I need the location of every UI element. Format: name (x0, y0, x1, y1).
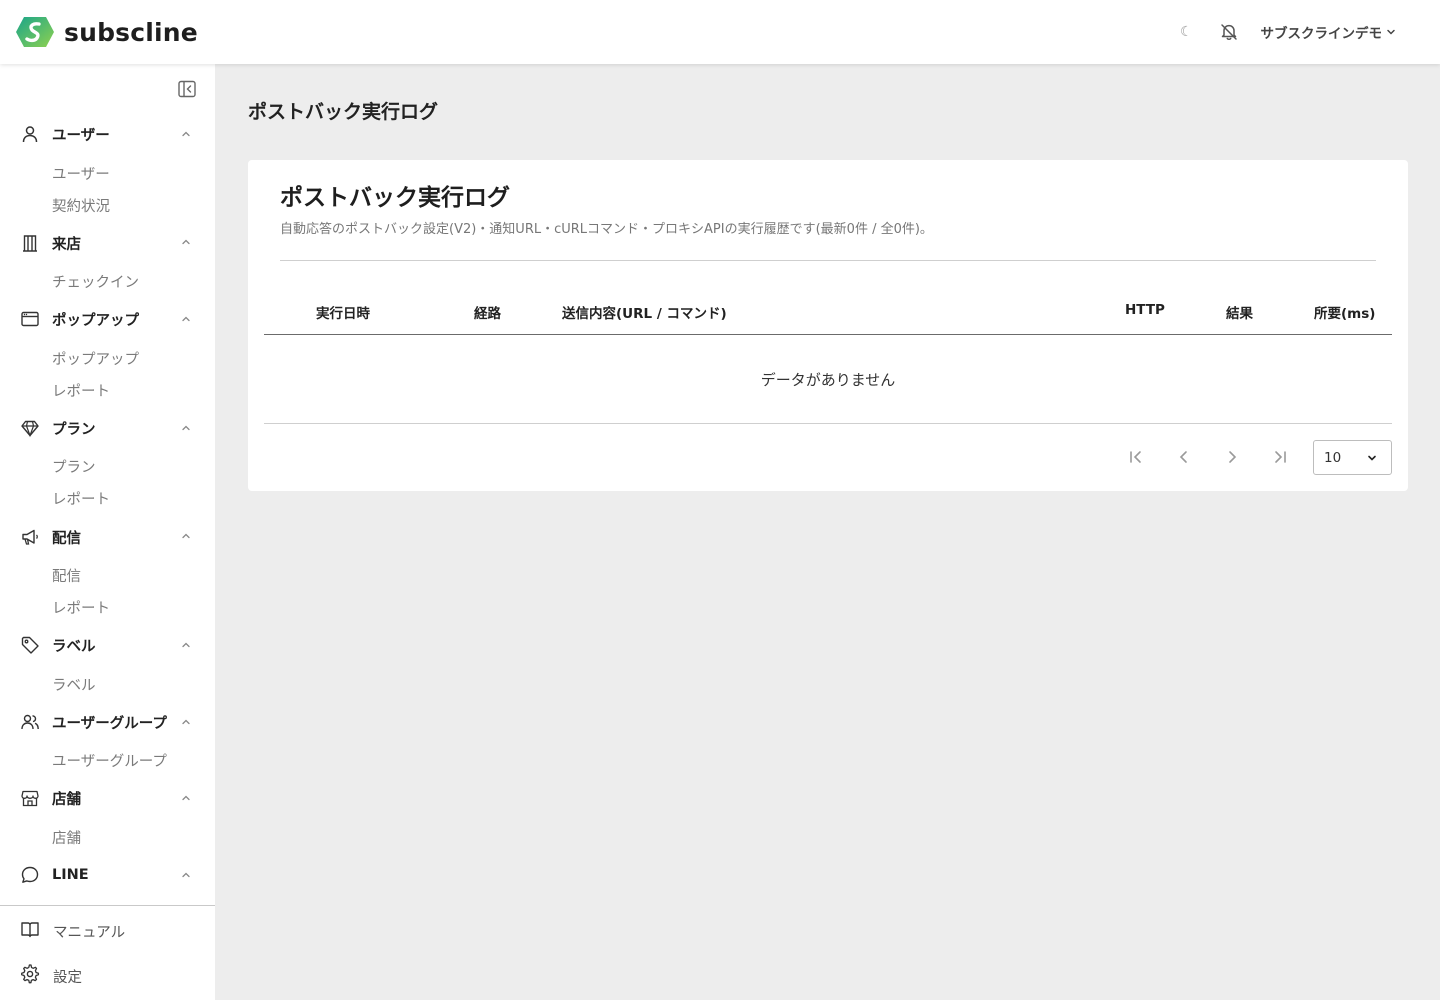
sidebar-group-user-groups[interactable]: ユーザーグループ (20, 710, 167, 734)
sidebar-group-users[interactable]: ユーザー (20, 122, 110, 146)
chat-bubble-icon (20, 865, 40, 885)
sidebar-item-users[interactable]: ユーザー (52, 163, 110, 184)
sidebar-item-delivery-report[interactable]: レポート (52, 597, 110, 618)
sidebar-group-label: ユーザー (52, 127, 110, 144)
chevron-up-icon[interactable] (180, 313, 192, 325)
sidebar-group-popup[interactable]: ポップアップ (20, 307, 139, 331)
sidebar-item-stores[interactable]: 店舗 (52, 827, 81, 848)
last-page-button[interactable] (1269, 446, 1291, 468)
sidebar-group-label: プラン (52, 421, 96, 438)
sidebar-item-popup[interactable]: ポップアップ (52, 348, 139, 369)
megaphone-icon (20, 527, 40, 547)
sidebar-item-manual[interactable]: マニュアル (20, 919, 125, 943)
prev-page-button[interactable] (1173, 446, 1195, 468)
tag-icon (20, 635, 40, 655)
sidebar-group-label: ユーザーグループ (52, 715, 167, 732)
column-header-http[interactable]: HTTP (1125, 302, 1165, 318)
chevron-left-icon (1179, 451, 1187, 463)
account-menu[interactable]: サブスクラインデモ (1261, 22, 1397, 42)
sidebar-item-plan-report[interactable]: レポート (52, 488, 110, 509)
sidebar-group-label: 配信 (52, 530, 81, 547)
last-page-icon (1275, 451, 1286, 463)
first-page-button[interactable] (1125, 446, 1147, 468)
card-description: 自動応答のポストバック設定(V2)・通知URL・cURLコマンド・プロキシAPI… (280, 222, 933, 237)
next-page-button[interactable] (1221, 446, 1243, 468)
chevron-down-icon (1387, 29, 1395, 35)
page-size-value: 10 (1324, 449, 1342, 466)
user-icon (20, 124, 40, 144)
sidebar-item-label: マニュアル (53, 924, 126, 941)
account-name: サブスクラインデモ (1260, 26, 1383, 42)
sidebar-item-user-groups[interactable]: ユーザーグループ (52, 750, 167, 771)
sidebar-item-delivery[interactable]: 配信 (52, 565, 81, 586)
sidebar-divider (0, 905, 215, 906)
users-icon (20, 712, 40, 732)
sidebar-item-plan[interactable]: プラン (52, 456, 96, 477)
sidebar-item-settings[interactable]: 設定 (20, 964, 82, 988)
column-header-payload[interactable]: 送信内容(URL / コマンド) (562, 302, 727, 322)
chevron-up-icon[interactable] (180, 639, 192, 651)
sidebar-group-label: ラベル (52, 638, 96, 655)
sidebar-group-label-tags[interactable]: ラベル (20, 633, 96, 657)
chevron-up-icon[interactable] (180, 716, 192, 728)
sidebar-collapse-icon[interactable] (177, 79, 197, 99)
column-header-duration[interactable]: 所要(ms) (1314, 302, 1375, 322)
diamond-icon (20, 418, 40, 438)
column-header-result[interactable]: 結果 (1226, 302, 1253, 322)
sidebar-group-stores[interactable]: 店舗 (20, 786, 81, 810)
sidebar-group-label: 店舗 (52, 791, 81, 808)
table-header-divider (264, 334, 1392, 335)
sidebar-group-label: ポップアップ (52, 312, 139, 329)
bell-off-icon[interactable] (1219, 22, 1239, 42)
sidebar-item-checkin[interactable]: チェックイン (52, 271, 139, 292)
chevron-up-icon[interactable] (180, 792, 192, 804)
chevron-up-icon[interactable] (180, 236, 192, 248)
sidebar-group-visits[interactable]: 来店 (20, 231, 81, 255)
sidebar: ユーザー ユーザー 契約状況 来店 チェックイン ポップアップ ポップアップ レ… (0, 64, 215, 1000)
logo-mark-icon (16, 17, 54, 47)
moon-icon[interactable]: ☾ (1180, 24, 1193, 40)
sidebar-group-plan[interactable]: プラン (20, 416, 96, 440)
first-page-icon (1130, 451, 1141, 463)
postback-log-card: ポストバック実行ログ 自動応答のポストバック設定(V2)・通知URL・cURLコ… (248, 160, 1408, 491)
sidebar-item-labels[interactable]: ラベル (52, 674, 96, 695)
sidebar-group-delivery[interactable]: 配信 (20, 525, 81, 549)
chevron-right-icon (1229, 451, 1237, 463)
sidebar-group-label: 来店 (52, 236, 81, 253)
column-header-executed-at[interactable]: 実行日時 (316, 302, 370, 322)
card-divider (280, 260, 1376, 261)
table-footer-divider (264, 423, 1392, 424)
page-title: ポストバック実行ログ (248, 101, 439, 123)
top-header: subscline ☾ サブスクラインデモ (0, 0, 1440, 64)
column-header-route[interactable]: 経路 (474, 302, 501, 322)
browser-window-icon (20, 309, 40, 329)
building-icon (20, 233, 40, 253)
chevron-down-icon (1368, 455, 1376, 461)
chevron-up-icon[interactable] (180, 422, 192, 434)
sidebar-item-contracts[interactable]: 契約状況 (52, 195, 110, 216)
page-size-select[interactable]: 10 (1313, 440, 1392, 475)
gear-icon (20, 964, 40, 988)
chevron-up-icon[interactable] (180, 128, 192, 140)
sidebar-group-label: LINE (52, 867, 89, 883)
logo[interactable]: subscline (16, 15, 198, 49)
logo-text: subscline (64, 17, 198, 47)
sidebar-item-label: 設定 (53, 969, 82, 986)
chevron-up-icon[interactable] (180, 869, 192, 881)
sidebar-group-line[interactable]: LINE (20, 863, 89, 887)
store-icon (20, 788, 40, 808)
book-icon (20, 919, 40, 943)
sidebar-item-popup-report[interactable]: レポート (52, 380, 110, 401)
chevron-up-icon[interactable] (180, 530, 192, 542)
empty-state-message: データがありません (760, 371, 896, 389)
card-title: ポストバック実行ログ (280, 185, 510, 211)
